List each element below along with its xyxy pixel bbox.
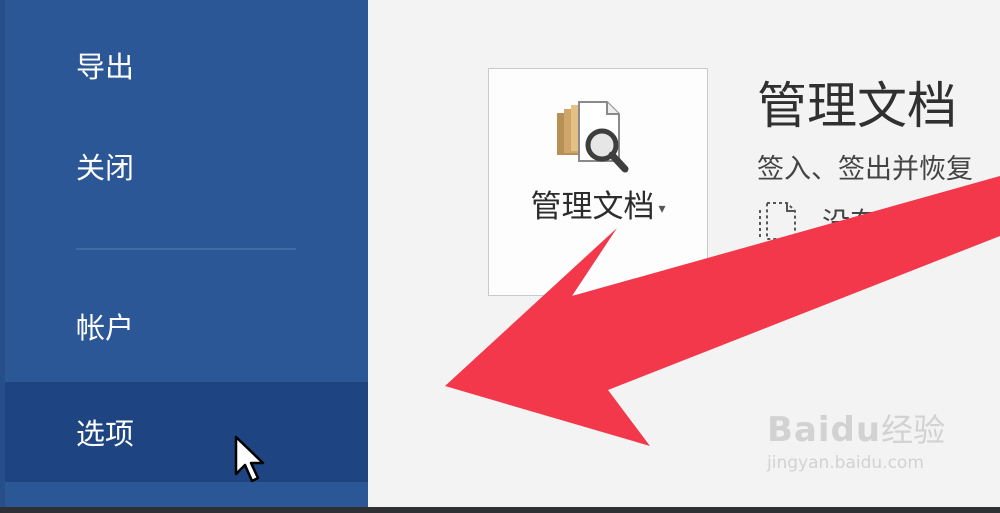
backstage-sidebar: 导出 关闭 帐户 选项 (0, 0, 368, 507)
sidebar-item-label: 选项 (76, 417, 135, 451)
watermark-cn: 经验 (881, 411, 946, 449)
sidebar-item-label: 关闭 (76, 151, 135, 185)
watermark-brand: Baidu (767, 410, 882, 450)
page-title: 管理文档 (757, 77, 957, 135)
bottom-bar (0, 507, 1000, 513)
manage-documents-label: 管理文档 ▾ (530, 189, 666, 225)
arrow-pointer-icon (234, 435, 265, 483)
sidebar-item-label: 导出 (76, 50, 135, 84)
version-status-text: 没有任何 (822, 206, 935, 239)
manage-documents-button[interactable]: 管理文档 ▾ (488, 68, 708, 296)
document-version-icon (759, 202, 796, 240)
sidebar-item-label: 帐户 (76, 311, 135, 345)
caret-down-icon: ▾ (658, 200, 666, 217)
sidebar-item-options[interactable]: 选项 (5, 382, 368, 482)
sidebar-item-export[interactable]: 导出 (5, 20, 368, 110)
section-description: 签入、签出并恢复 (757, 154, 973, 185)
sidebar-divider (76, 248, 296, 250)
manage-document-icon (557, 101, 629, 173)
version-row: 没有任何 (757, 200, 934, 242)
sidebar-item-close[interactable]: 关闭 (5, 121, 368, 211)
watermark: Baidu经验 jingyan.baidu.com (767, 405, 945, 473)
watermark-url: jingyan.baidu.com (767, 453, 924, 473)
sidebar-item-account[interactable]: 帐户 (5, 281, 368, 371)
